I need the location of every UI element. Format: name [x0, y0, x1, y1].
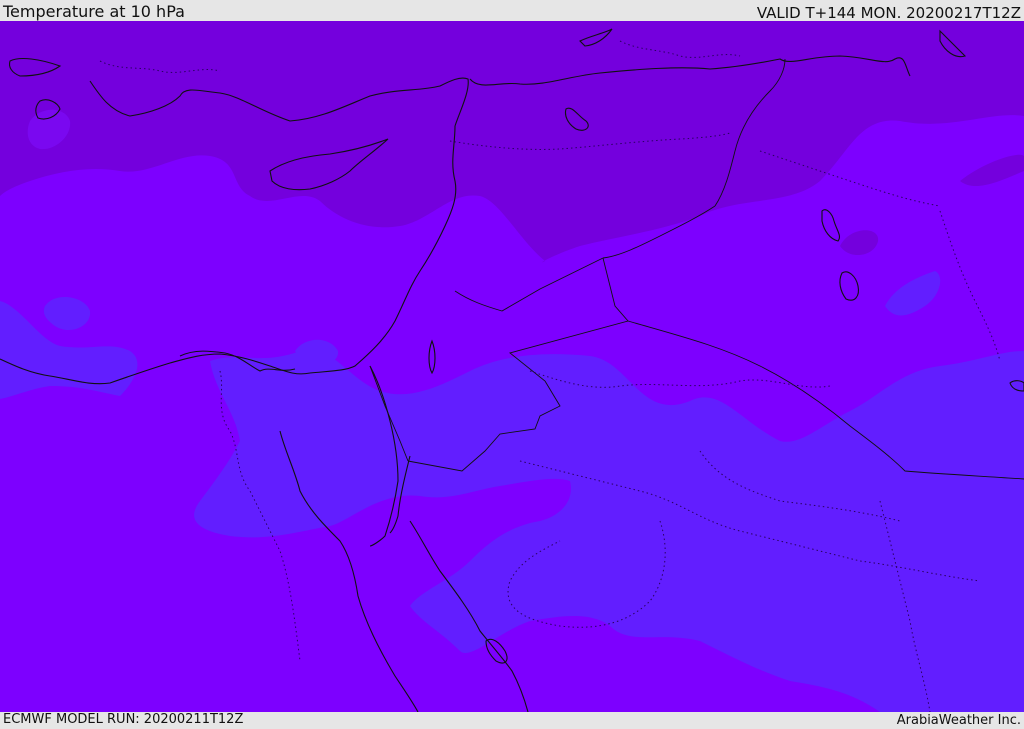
footer-bar: ECMWF MODEL RUN: 20200211T12Z ArabiaWeat…	[0, 712, 1024, 729]
valid-time: VALID T+144 MON. 20200217T12Z	[756, 4, 1021, 22]
header-bar: Temperature at 10 hPa VALID T+144 MON. 2…	[0, 0, 1024, 21]
credit-text: ArabiaWeather Inc.	[896, 713, 1021, 728]
model-run: ECMWF MODEL RUN: 20200211T12Z	[3, 712, 244, 727]
map-title: Temperature at 10 hPa	[3, 2, 185, 21]
temperature-map	[0, 21, 1024, 712]
